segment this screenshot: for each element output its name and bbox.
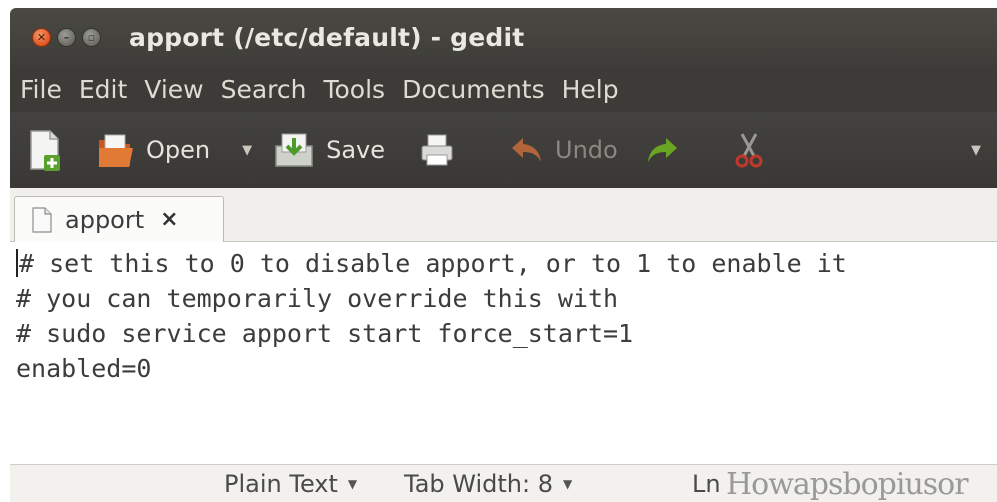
watermark-text: Howapsbopiusor — [726, 467, 969, 502]
toolbar: Open ▼ Save Undo ▼ — [10, 112, 997, 188]
cut-button[interactable] — [734, 132, 764, 168]
undo-button[interactable]: Undo — [509, 134, 618, 166]
status-bar: Plain Text ▼ Tab Width: 8 ▼ Ln Howapsbop… — [10, 464, 997, 502]
open-folder-icon — [99, 134, 133, 167]
editor-line: # set this to 0 to disable apport, or to… — [16, 246, 997, 281]
close-tab-icon[interactable]: × — [160, 209, 178, 231]
maximize-icon: ▫ — [87, 30, 96, 44]
toolbar-overflow-arrow[interactable]: ▼ — [971, 143, 981, 158]
new-document-icon — [30, 130, 60, 171]
text-document-icon — [32, 207, 52, 233]
tab-apport[interactable]: apport × — [14, 196, 224, 243]
undo-icon — [512, 138, 542, 162]
menu-documents[interactable]: Documents — [402, 75, 545, 104]
chevron-down-icon: ▼ — [347, 476, 358, 491]
chevron-down-icon: ▼ — [562, 476, 573, 491]
cut-icon — [735, 133, 763, 168]
text-editor[interactable]: # set this to 0 to disable apport, or to… — [10, 242, 997, 464]
window-title: apport (/etc/default) - gedit — [129, 22, 525, 52]
menu-help[interactable]: Help — [562, 75, 619, 104]
document-tabs: apport × — [10, 188, 997, 243]
menu-bar: File Edit View Search Tools Documents He… — [10, 66, 997, 112]
tab-width-label: Tab Width: 8 — [404, 469, 553, 498]
menu-tools[interactable]: Tools — [323, 75, 385, 104]
minimize-window-button[interactable]: – — [57, 27, 76, 47]
open-label: Open — [146, 136, 211, 164]
editor-line: # you can temporarily override this with — [16, 284, 619, 313]
line-prefix: Ln — [692, 469, 721, 498]
new-document-button[interactable] — [28, 129, 62, 171]
save-label: Save — [326, 136, 386, 164]
close-icon: ✕ — [36, 30, 47, 44]
menu-file[interactable]: File — [20, 75, 62, 104]
menu-view[interactable]: View — [144, 75, 203, 104]
print-button[interactable] — [419, 132, 455, 168]
menu-search[interactable]: Search — [221, 75, 307, 104]
close-window-button[interactable]: ✕ — [32, 27, 51, 47]
open-dropdown-arrow[interactable]: ▼ — [242, 143, 252, 158]
editor-line: enabled=0 — [16, 354, 152, 383]
tab-label: apport — [65, 206, 145, 234]
language-label: Plain Text — [224, 469, 338, 498]
cursor-position: Ln — [692, 470, 721, 498]
print-icon — [421, 134, 453, 166]
editor-line: # sudo service apport start force_start=… — [16, 319, 634, 348]
redo-button[interactable] — [644, 134, 680, 166]
redo-icon — [647, 138, 677, 162]
text-cursor — [16, 249, 18, 277]
save-button[interactable]: Save — [272, 130, 385, 170]
menu-edit[interactable]: Edit — [79, 75, 127, 104]
tab-width-selector[interactable]: Tab Width: 8 ▼ — [404, 470, 572, 498]
maximize-window-button[interactable]: ▫ — [82, 27, 101, 47]
save-icon — [275, 133, 313, 167]
undo-label: Undo — [555, 136, 618, 164]
language-selector[interactable]: Plain Text ▼ — [224, 470, 357, 498]
open-button[interactable]: Open — [96, 130, 210, 170]
minimize-icon: – — [63, 30, 70, 44]
title-bar: ✕ – ▫ apport (/etc/default) - gedit — [10, 8, 997, 66]
editor-line-text: # set this to 0 to disable apport, or to… — [19, 249, 847, 278]
screen-edge — [0, 0, 10, 502]
